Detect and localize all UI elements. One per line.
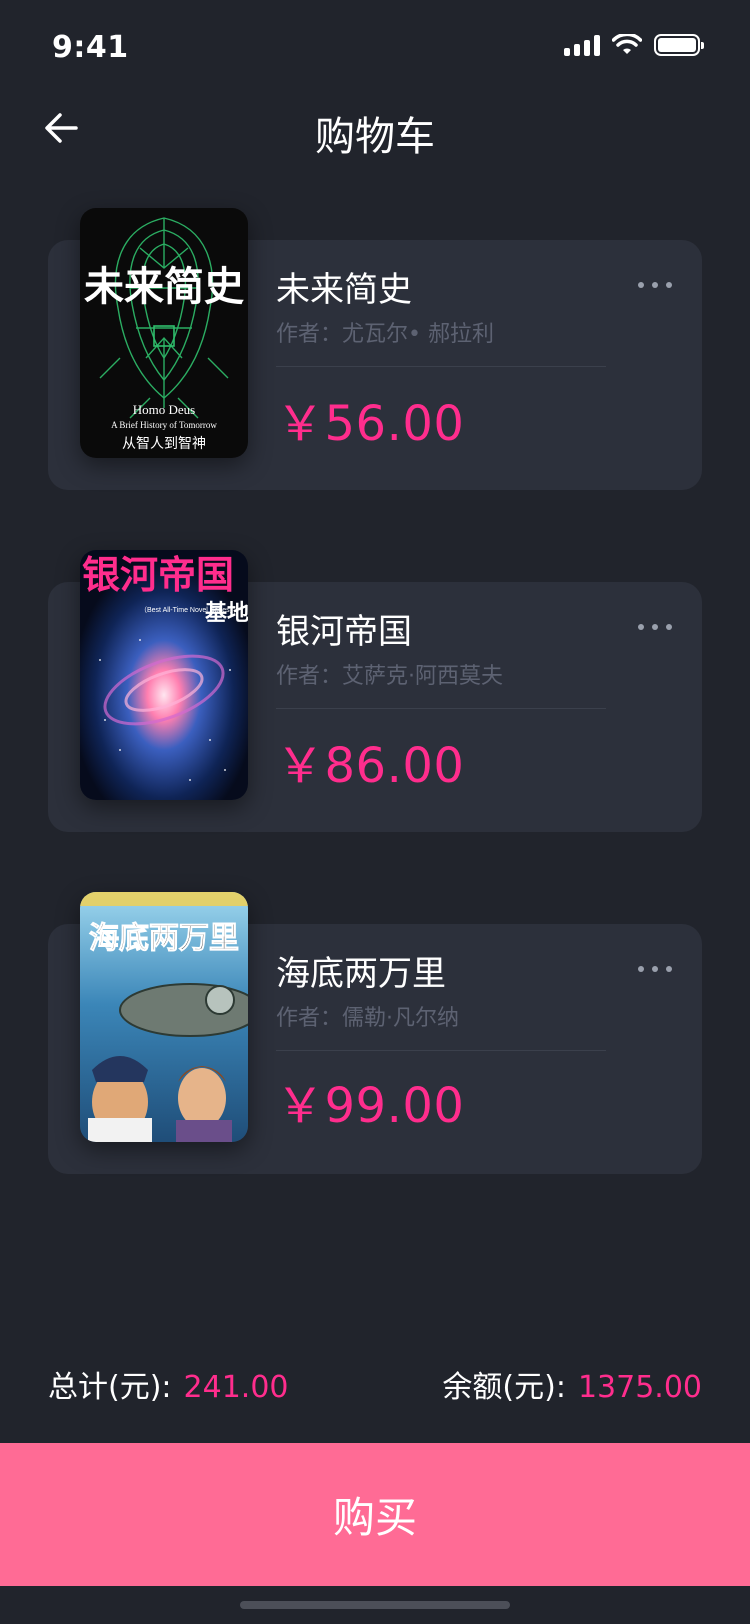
battery-icon (654, 34, 704, 56)
more-dot-icon (652, 624, 658, 630)
cover-english-title: Homo Deus (133, 402, 195, 417)
cover-title-text: 未来简史 (84, 264, 244, 310)
more-dot-icon (652, 966, 658, 972)
more-options-button[interactable] (638, 275, 672, 295)
book-price: ￥86.00 (276, 738, 465, 794)
cover-english-subtitle: A Brief History of Tomorrow (111, 420, 217, 430)
cover-subtitle-text: 从智人到智神 (122, 436, 206, 452)
status-bar: 9:41 (0, 0, 750, 96)
divider (276, 1050, 606, 1051)
book-cover-art: 银河帝国 基地 （Best All-Time Novel Series） (80, 550, 248, 800)
cover-title-text: 海底两万里 (89, 921, 239, 956)
book-cover[interactable]: 海底两万里 (80, 892, 248, 1142)
cover-english-subtitle: （Best All-Time Novel Series） (140, 606, 237, 614)
status-time: 9:41 (52, 30, 129, 65)
book-title: 未来简史 (276, 270, 412, 310)
status-icons (564, 34, 706, 56)
more-dot-icon (666, 966, 672, 972)
order-summary: 总计(元): 241.00 余额(元): 1375.00 (48, 1362, 702, 1406)
buy-button-label: 购买 (332, 1493, 417, 1542)
more-dot-icon (652, 282, 658, 288)
balance-label: 余额(元): (442, 1370, 566, 1405)
book-title: 海底两万里 (276, 954, 446, 994)
nav-bar: 购物车 (0, 96, 750, 160)
book-author: 作者：儒勒·凡尔纳 (276, 1006, 459, 1031)
more-dot-icon (666, 624, 672, 630)
balance-summary: 余额(元): 1375.00 (442, 1362, 702, 1406)
divider (276, 708, 606, 709)
more-dot-icon (638, 624, 644, 630)
total-amount: 241.00 (183, 1370, 289, 1405)
book-cover[interactable]: 银河帝国 基地 （Best All-Time Novel Series） (80, 550, 248, 800)
more-options-button[interactable] (638, 959, 672, 979)
book-cover-art: 未来简史 Homo Deus A Brief History of Tomorr… (80, 208, 248, 458)
buy-button[interactable]: 购买 (0, 1443, 750, 1586)
cellular-signal-icon (564, 34, 600, 56)
book-cover-art: 海底两万里 (80, 892, 248, 1142)
book-author: 作者：尤瓦尔• 郝拉利 (276, 322, 494, 347)
book-title: 银河帝国 (276, 612, 412, 652)
balance-amount: 1375.00 (577, 1370, 702, 1405)
page-title: 购物车 (315, 114, 435, 160)
total-summary: 总计(元): 241.00 (48, 1362, 289, 1406)
more-dot-icon (638, 966, 644, 972)
book-price: ￥99.00 (276, 1078, 465, 1134)
cover-title-text: 银河帝国 (82, 553, 234, 597)
more-options-button[interactable] (638, 617, 672, 637)
home-indicator (240, 1601, 510, 1609)
wifi-icon (612, 34, 642, 54)
book-price: ￥56.00 (276, 396, 465, 452)
book-cover[interactable]: 未来简史 Homo Deus A Brief History of Tomorr… (80, 208, 248, 458)
divider (276, 366, 606, 367)
book-author: 作者：艾萨克·阿西莫夫 (276, 664, 503, 689)
more-dot-icon (638, 282, 644, 288)
more-dot-icon (666, 282, 672, 288)
total-label: 总计(元): (48, 1370, 172, 1405)
